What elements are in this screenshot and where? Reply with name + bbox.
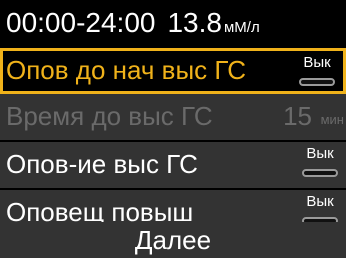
- next-button[interactable]: Далее: [0, 222, 346, 258]
- toggle-state-label: Вык: [303, 54, 331, 71]
- time-range: 00:00-24:00: [6, 7, 156, 38]
- menu-item-label: Опов-ие выс ГС: [6, 149, 198, 179]
- time-unit: мин: [320, 112, 344, 127]
- settings-list: Опов до нач выс ГС Вык Время до выс ГС 1…: [0, 48, 346, 238]
- menu-item-high-alert[interactable]: Опов-ие выс ГС Вык: [0, 142, 346, 190]
- menu-item-time-before-high: Время до выс ГС 15 мин: [0, 94, 346, 142]
- screen: 00:00-24:00 13.8 мМ/л Опов до нач выс ГС…: [0, 0, 346, 258]
- time-value: 15: [283, 101, 312, 131]
- toggle-track: [299, 78, 335, 86]
- toggle-state-label: Вык: [306, 193, 334, 210]
- toggle-state-label: Вык: [306, 145, 334, 162]
- glucose-unit: мМ/л: [223, 18, 260, 36]
- status-header: 00:00-24:00 13.8 мМ/л: [0, 0, 346, 46]
- glucose-value: 13.8: [167, 7, 222, 38]
- toggle-switch[interactable]: Вык: [299, 54, 335, 88]
- toggle-switch[interactable]: Вык: [302, 145, 338, 179]
- menu-item-predictive-high-alert[interactable]: Опов до нач выс ГС Вык: [0, 48, 346, 94]
- menu-item-label: Время до выс ГС: [6, 101, 213, 131]
- toggle-track: [302, 169, 338, 177]
- menu-item-label: Опов до нач выс ГС: [6, 55, 247, 85]
